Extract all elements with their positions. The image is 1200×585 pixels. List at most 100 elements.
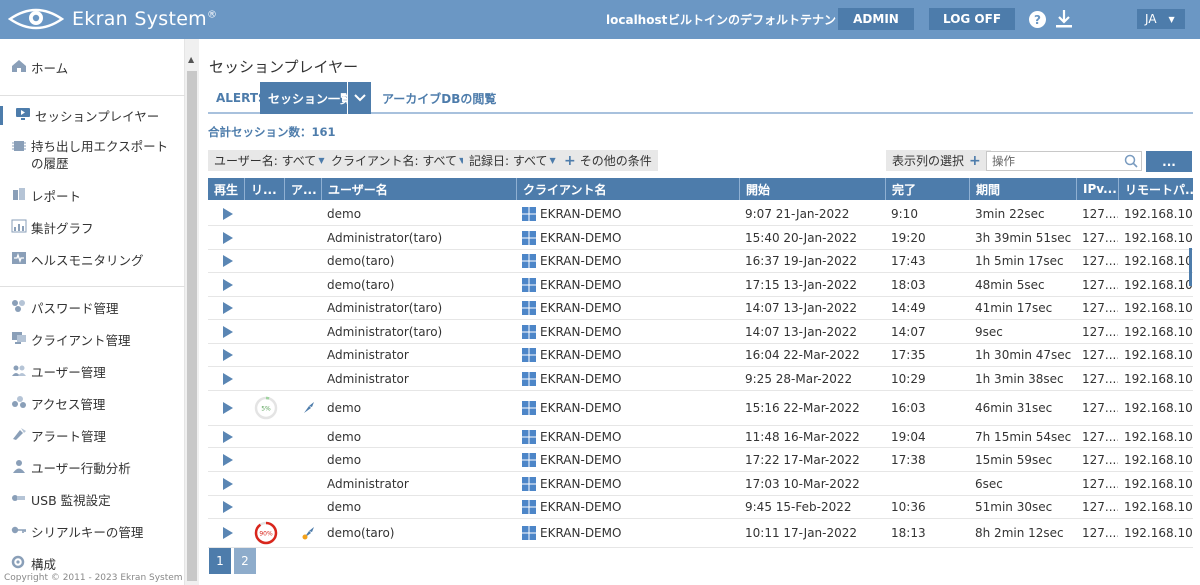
table-row[interactable]: demo EKRAN-DEMO 11:48 16-Mar-2022 19:04 7h 1… <box>208 426 1193 448</box>
sidebar-item-health-monitoring[interactable]: ヘルスモニタリング <box>0 250 185 269</box>
caret-down-icon: ▼ <box>318 156 325 165</box>
play-icon[interactable] <box>222 325 234 338</box>
play-icon[interactable] <box>222 302 234 314</box>
user-cell: Administrator(taro) <box>321 320 516 343</box>
sidebar-scrollbar[interactable]: ▲ <box>185 39 199 585</box>
table-row[interactable]: 5% demo EKRAN-DEMO 15:16 22-Mar-2022 16:03 46… <box>208 391 1193 426</box>
sidebar-item-password-management[interactable]: パスワード管理 <box>0 298 185 317</box>
column-header-client[interactable]: クライアント名 <box>516 178 739 200</box>
risk-cell <box>244 250 284 272</box>
page-button-2[interactable]: 2 <box>234 548 256 574</box>
ip-cell: 127.... <box>1076 344 1118 366</box>
more-button[interactable]: ... <box>1146 151 1192 172</box>
help-icon[interactable]: ? <box>1029 11 1046 28</box>
table-scroll-indicator[interactable] <box>1189 248 1192 286</box>
play-icon[interactable] <box>222 255 234 267</box>
column-header-remote[interactable]: リモートパ... <box>1118 178 1193 200</box>
plus-icon: + <box>969 152 981 169</box>
logoff-button[interactable]: LOG OFF <box>929 8 1015 30</box>
duration-value: 6sec <box>975 476 1003 491</box>
table-row[interactable]: Administrator EKRAN-DEMO 9:25 28-Mar-2022 1… <box>208 367 1193 391</box>
table-row[interactable]: 90% demo(taro) EKRAN-DEMO 10:11 17-Jan-2022… <box>208 519 1193 548</box>
remote-value: 192.168.10.... <box>1124 371 1193 386</box>
play-icon[interactable] <box>222 477 234 490</box>
table-row[interactable]: Administrator EKRAN-DEMO 16:04 22-Mar-2022… <box>208 344 1193 367</box>
duration-value: 41min 17sec <box>975 301 1053 315</box>
table-row[interactable]: Administrator EKRAN-DEMO 17:03 10-Mar-2022… <box>208 472 1193 496</box>
sidebar-item-user-behavior[interactable]: ユーザー行動分析 <box>0 458 185 477</box>
play-icon[interactable] <box>222 349 234 361</box>
table-row[interactable]: Administrator(taro) EKRAN-DEMO 14:07 13-Ja… <box>208 297 1193 320</box>
remote-value: 192.168.10.... <box>1124 401 1193 415</box>
play-icon[interactable] <box>222 501 234 513</box>
search-input[interactable]: 操作 <box>986 151 1142 171</box>
eye-logo-icon <box>8 8 64 30</box>
sidebar-item-client-management[interactable]: クライアント管理 <box>0 330 185 349</box>
monitor-icon <box>16 108 30 120</box>
sidebar-item-alert-management[interactable]: アラート管理 <box>0 426 185 445</box>
column-header-risk[interactable]: リ... <box>244 178 284 200</box>
play-icon[interactable] <box>222 231 234 244</box>
column-header-play[interactable]: 再生 <box>208 178 244 200</box>
filter-record-date[interactable]: 記録日: すべて ▼ <box>463 150 562 171</box>
end-cell: 18:03 <box>885 273 969 296</box>
column-header-start[interactable]: 開始 <box>739 178 885 200</box>
play-icon[interactable] <box>222 402 234 414</box>
tab-session-list[interactable]: セッション一覧 <box>260 82 361 114</box>
column-header-ipv[interactable]: IPv... <box>1076 178 1118 200</box>
start-value: 11:48 16-Mar-2022 <box>745 429 860 444</box>
language-select[interactable]: JA ▼ <box>1137 9 1185 29</box>
client-cell: EKRAN-DEMO <box>516 472 739 495</box>
filter-username[interactable]: ユーザー名: すべて ▼ <box>208 150 331 171</box>
rocket-icon[interactable] <box>302 401 316 415</box>
client-cell: EKRAN-DEMO <box>516 448 739 471</box>
table-row[interactable]: demo(taro) EKRAN-DEMO 17:15 13-Jan-2022 18:… <box>208 273 1193 297</box>
tenant-selector[interactable]: ビルトインのデフォルトテナント <box>668 0 848 39</box>
rocket-fire-icon[interactable] <box>302 526 316 540</box>
table-row[interactable]: Administrator(taro) EKRAN-DEMO 15:40 20-Ja… <box>208 226 1193 250</box>
scroll-up-icon[interactable]: ▲ <box>188 55 194 64</box>
download-icon[interactable] <box>1055 9 1073 29</box>
column-header-duration[interactable]: 期間 <box>969 178 1076 200</box>
table-row[interactable]: demo(taro) EKRAN-DEMO 16:37 19-Jan-2022 17:… <box>208 250 1193 273</box>
table-row[interactable]: demo EKRAN-DEMO 9:07 21-Jan-2022 9:10 3min 2… <box>208 203 1193 226</box>
play-icon[interactable] <box>222 372 234 385</box>
column-header-alert[interactable]: ア... <box>284 178 321 200</box>
table-row[interactable]: demo EKRAN-DEMO 17:22 17-Mar-2022 17:38 15mi… <box>208 448 1193 472</box>
scroll-thumb[interactable] <box>187 71 197 581</box>
admin-button[interactable]: ADMIN <box>838 8 914 30</box>
sidebar-item-export-history[interactable]: 持ち出し用エクスポートの履歴 <box>0 138 180 172</box>
risk-score-label: 90% <box>259 531 273 538</box>
sidebar-item-session-player[interactable]: セッションプレイヤー <box>0 106 185 125</box>
column-header-username[interactable]: ユーザー名 <box>321 178 516 200</box>
client-cell: EKRAN-DEMO <box>516 297 739 319</box>
sidebar-item-usb-monitoring[interactable]: USB 監視設定 <box>0 490 185 509</box>
tab-dropdown[interactable] <box>347 82 371 114</box>
play-icon[interactable] <box>222 208 234 220</box>
sidebar-item-serial-key[interactable]: シリアルキーの管理 <box>0 522 185 541</box>
play-icon[interactable] <box>222 430 234 443</box>
column-header-end[interactable]: 完了 <box>885 178 969 200</box>
more-conditions-button[interactable]: + その他の条件 <box>558 150 658 171</box>
search-icon[interactable] <box>1124 154 1138 168</box>
page-button-1[interactable]: 1 <box>209 548 231 574</box>
sidebar-item-user-management[interactable]: ユーザー管理 <box>0 362 185 381</box>
tab-archive-db[interactable]: アーカイブDBの閲覧 <box>382 82 496 114</box>
remote-value: 192.168.10.... <box>1124 500 1193 514</box>
client-value: EKRAN-DEMO <box>540 348 622 362</box>
play-icon[interactable] <box>222 527 234 539</box>
play-icon[interactable] <box>222 453 234 466</box>
sidebar-item-access-management[interactable]: アクセス管理 <box>0 394 185 413</box>
play-icon[interactable] <box>222 278 234 291</box>
logo[interactable]: Ekran System® <box>8 4 217 34</box>
filter-client[interactable]: クライアント名: すべて▼ <box>325 150 472 171</box>
page-title: セッションプレイヤー <box>209 58 359 76</box>
column-select-button[interactable]: 表示列の選択 + <box>886 150 991 171</box>
sidebar-item-report[interactable]: レポート <box>0 186 185 205</box>
sidebar-item-config[interactable]: 構成 <box>0 554 185 573</box>
ip-value: 127.... <box>1082 324 1118 339</box>
sidebar-item-chart[interactable]: 集計グラフ <box>0 218 185 237</box>
sidebar-item-home[interactable]: ホーム <box>0 58 185 77</box>
table-row[interactable]: demo EKRAN-DEMO 9:45 15-Feb-2022 10:36 51min… <box>208 496 1193 519</box>
table-row[interactable]: Administrator(taro) EKRAN-DEMO 14:07 13-Ja… <box>208 320 1193 344</box>
